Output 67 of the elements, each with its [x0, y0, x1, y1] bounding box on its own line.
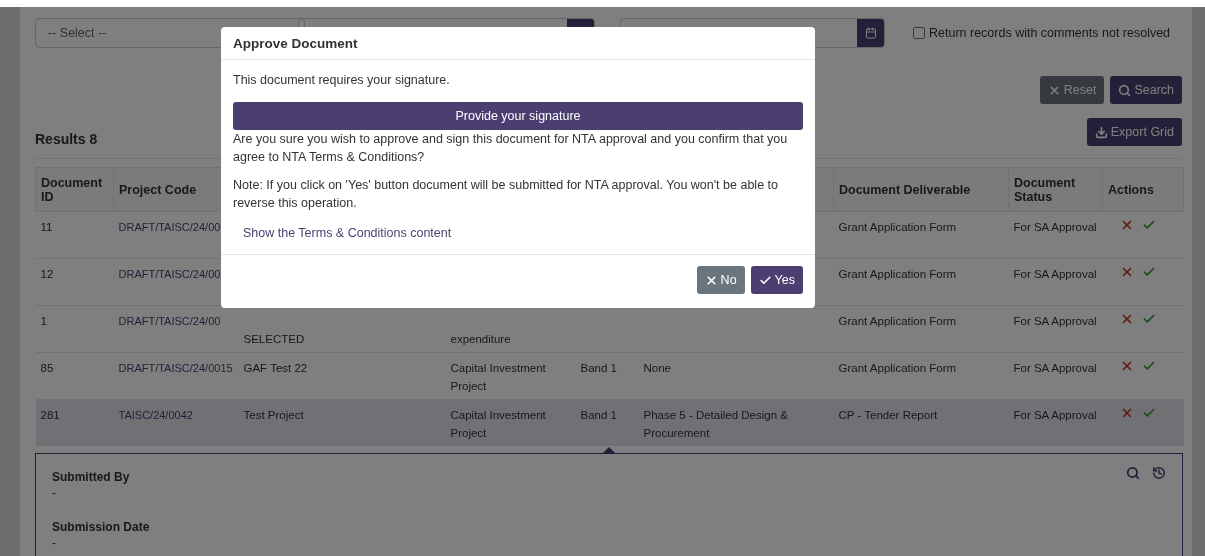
table-cell-text: 11	[40, 220, 53, 235]
project-link[interactable]: DRAFT/TAISC/24/00	[118, 265, 221, 283]
calendar-button[interactable]	[857, 19, 884, 47]
table-cell-text: Band 1	[580, 361, 617, 376]
table-cell-text: None	[643, 361, 671, 376]
dialog-note: Note: If you click on 'Yes' button document will be submitted for NTA approval. You won't be able to reverse this operation.	[233, 177, 779, 212]
results-title: Results 8	[35, 131, 98, 147]
project-link[interactable]: TAISC/24/0042	[118, 406, 193, 424]
table-cell-text: Phase 5 - Detailed Design & Procurement	[643, 408, 789, 441]
table-cell-text: For SA Approval	[1013, 408, 1097, 423]
approve-icon	[1141, 218, 1156, 232]
table-cell-text: 1	[40, 314, 47, 329]
table-cell-text: Test Project	[243, 408, 304, 423]
project-link[interactable]: DRAFT/TAISC/24/00	[118, 312, 221, 330]
table-cell-text: For SA Approval	[1013, 220, 1097, 235]
checkbox[interactable]	[913, 27, 925, 39]
terms-link[interactable]: Show the Terms & Conditions content	[243, 226, 452, 240]
column-header: Actions	[1102, 167, 1184, 212]
table-cell-text: Grant Application Form	[838, 361, 957, 376]
close-icon	[704, 273, 718, 287]
table-cell-text: For SA Approval	[1013, 361, 1097, 376]
table-cell-text: 281	[40, 408, 60, 423]
table-cell-text: For SA Approval	[1013, 314, 1097, 329]
table-cell-text: Grant Application Form	[838, 220, 957, 235]
column-header: Document Deliverable	[833, 167, 1009, 212]
table-cell-text: 12	[40, 267, 54, 282]
field-label: Submission Date	[52, 520, 150, 534]
table-cell-text: 85	[40, 361, 54, 376]
close-icon	[1047, 83, 1061, 97]
table-cell-text: Band 1	[580, 408, 617, 423]
dialog-text: Are you sure you wish to approve and sign this document for NTA approval and you confirm that you agree to NTA Terms & Conditions?	[233, 131, 789, 166]
checkbox-label: Return records with comments not resolved	[929, 26, 1171, 40]
table-cell-text: Grant Application Form	[838, 267, 957, 282]
download-icon	[1094, 125, 1108, 139]
approve-icon	[1141, 359, 1156, 373]
export-button[interactable]: Export Grid	[1086, 118, 1182, 146]
table-row[interactable]: 85 DRAFT/TAISC/24/0015 GAF Test 22 Capital Investment Project Band 1 None Grant Application Form For SA Approval	[35, 352, 1184, 400]
table-cell-text: SELECTED	[243, 332, 305, 347]
column-header: Document ID	[35, 167, 114, 212]
search-button[interactable]: Search	[1110, 76, 1182, 104]
reset-button[interactable]: Reset	[1039, 76, 1105, 104]
field-value: -	[52, 536, 57, 550]
table-cell-text: Grant Application Form	[838, 314, 957, 329]
approve-icon	[1141, 312, 1156, 326]
project-link[interactable]: DRAFT/TAISC/24/00	[118, 218, 221, 236]
field-value: -	[52, 486, 57, 500]
dialog-text: This document requires your signature.	[233, 72, 451, 89]
history-icon	[1152, 466, 1166, 480]
signature-button[interactable]: Provide your signature	[233, 102, 803, 130]
table-row[interactable]: 1 DRAFT/TAISC/24/00 SELECTED expenditure Grant Application Form For SA Approval	[35, 305, 1184, 353]
search-icon	[1126, 466, 1140, 480]
calendar-icon	[864, 27, 877, 39]
table-cell-text: Capital Investment Project	[450, 408, 547, 441]
table-cell-text: expenditure	[450, 332, 511, 347]
yes-button[interactable]: Yes	[750, 266, 803, 294]
column-header: Document Status	[1008, 167, 1103, 212]
no-button[interactable]: No	[696, 266, 745, 294]
approve-icon	[1141, 265, 1156, 279]
project-link[interactable]: DRAFT/TAISC/24/0015	[118, 359, 233, 377]
search-icon	[1118, 83, 1132, 97]
table-cell-text: CP - Tender Report	[838, 408, 938, 423]
table-cell-text: For SA Approval	[1013, 267, 1097, 282]
field-label: Submitted By	[52, 470, 131, 484]
approve-icon	[1141, 406, 1156, 420]
table-cell-text: Capital Investment Project	[450, 361, 547, 394]
table-cell-text: GAF Test 22	[243, 361, 308, 376]
check-icon	[758, 273, 772, 287]
